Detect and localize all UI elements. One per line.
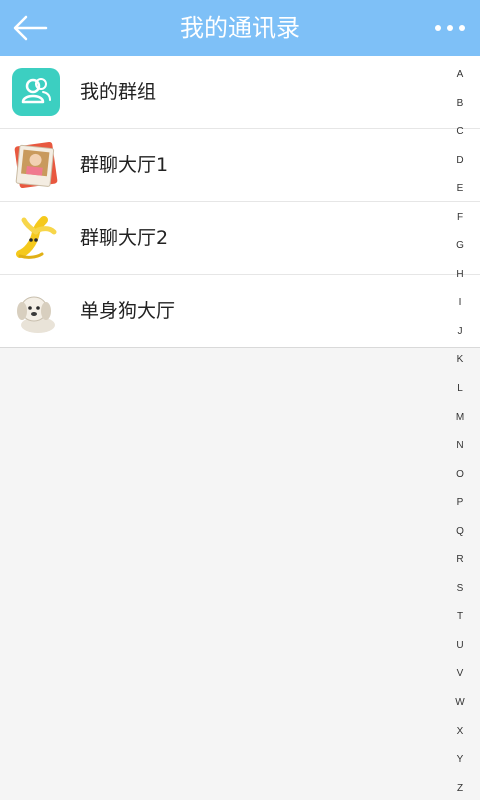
index-letter-l[interactable]: L bbox=[457, 384, 463, 394]
more-button[interactable] bbox=[432, 12, 468, 44]
list-item-label: 群聊大厅1 bbox=[80, 154, 169, 176]
index-letter-p[interactable]: P bbox=[457, 498, 464, 508]
more-dots-icon bbox=[435, 25, 465, 31]
index-letter-w[interactable]: W bbox=[455, 698, 464, 708]
index-letter-s[interactable]: S bbox=[457, 583, 464, 594]
group-icon bbox=[12, 68, 60, 116]
page-title: 我的通讯录 bbox=[180, 14, 300, 42]
index-letter-k[interactable]: K bbox=[457, 355, 464, 365]
dog-avatar bbox=[12, 287, 60, 335]
index-letter-c[interactable]: C bbox=[456, 127, 463, 137]
index-letter-h[interactable]: H bbox=[456, 269, 463, 280]
index-letter-f[interactable]: F bbox=[457, 212, 463, 223]
index-letter-r[interactable]: R bbox=[456, 555, 463, 565]
list-item-chat-hall-1[interactable]: 群聊大厅1 bbox=[0, 129, 480, 202]
photo-avatar bbox=[12, 141, 60, 189]
index-letter-q[interactable]: Q bbox=[456, 526, 464, 537]
index-letter-v[interactable]: V bbox=[457, 669, 464, 679]
index-letter-j[interactable]: J bbox=[458, 326, 463, 337]
index-letter-x[interactable]: X bbox=[457, 726, 464, 737]
list-item-singles-hall[interactable]: 单身狗大厅 bbox=[0, 275, 480, 347]
alphabet-index[interactable]: A B C D E F G H I J K L M N O P Q R S T U V W X Y Z bbox=[448, 70, 472, 794]
index-letter-g[interactable]: G bbox=[456, 241, 464, 251]
index-letter-a[interactable]: A bbox=[457, 70, 464, 80]
list-item-label: 群聊大厅2 bbox=[80, 227, 169, 249]
list-item-label: 我的群组 bbox=[80, 81, 157, 103]
index-letter-m[interactable]: M bbox=[456, 412, 464, 423]
index-letter-b[interactable]: B bbox=[457, 98, 464, 109]
app-header: 我的通讯录 bbox=[0, 0, 480, 56]
index-letter-u[interactable]: U bbox=[456, 640, 463, 651]
index-letter-n[interactable]: N bbox=[456, 441, 463, 451]
index-letter-e[interactable]: E bbox=[457, 184, 464, 194]
index-letter-y[interactable]: Y bbox=[457, 755, 464, 765]
list-item-label: 单身狗大厅 bbox=[80, 300, 176, 322]
banana-avatar bbox=[12, 214, 60, 262]
index-letter-t[interactable]: T bbox=[457, 612, 463, 622]
index-letter-i[interactable]: I bbox=[459, 298, 462, 308]
index-letter-d[interactable]: D bbox=[456, 155, 463, 166]
index-letter-o[interactable]: O bbox=[456, 469, 464, 480]
contact-list: 我的群组 群聊大厅1 群聊大厅2 单身狗大厅 bbox=[0, 56, 480, 348]
list-item-my-groups[interactable]: 我的群组 bbox=[0, 56, 480, 129]
index-letter-z[interactable]: Z bbox=[457, 783, 463, 794]
list-item-chat-hall-2[interactable]: 群聊大厅2 bbox=[0, 202, 480, 275]
